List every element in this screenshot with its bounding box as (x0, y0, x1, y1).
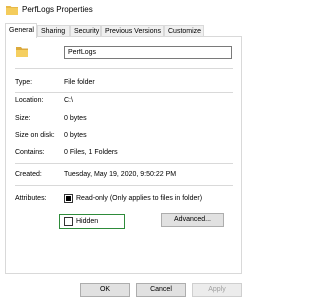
hidden-checkbox[interactable] (64, 217, 73, 226)
contains-label: Contains: (15, 149, 45, 156)
divider (15, 92, 233, 93)
contains-value: 0 Files, 1 Folders (64, 149, 118, 156)
tab-strip: General Sharing Security Previous Versio… (5, 23, 245, 38)
type-label: Type: (15, 79, 33, 86)
advanced-button[interactable]: Advanced... (161, 213, 224, 227)
read-only-label: Read-only (Only applies to files in fold… (76, 195, 203, 202)
divider (15, 163, 233, 164)
hidden-label: Hidden (76, 218, 99, 225)
size-on-disk-label: Size on disk: (15, 132, 55, 139)
size-value: 0 bytes (64, 115, 87, 122)
folder-icon (16, 47, 28, 57)
location-value: C:\ (64, 97, 73, 104)
size-label: Size: (15, 115, 31, 122)
type-value: File folder (64, 79, 95, 86)
folder-name-field[interactable] (64, 46, 232, 59)
location-label: Location: (15, 97, 44, 104)
title-bar: PerfLogs Properties (0, 0, 246, 22)
general-tab-panel: Type: File folder Location: C:\ Size: 0 … (5, 36, 242, 274)
ok-button[interactable]: OK (80, 283, 130, 297)
cancel-button[interactable]: Cancel (136, 283, 186, 297)
created-label: Created: (15, 171, 42, 178)
created-value: Tuesday, May 19, 2020, 9:50:22 PM (64, 171, 177, 178)
read-only-checkbox[interactable] (64, 194, 73, 203)
window-title: PerfLogs Properties (22, 5, 93, 14)
tab-general[interactable]: General (5, 23, 37, 38)
divider (15, 185, 233, 186)
folder-icon (6, 6, 18, 15)
apply-button[interactable]: Apply (192, 283, 242, 297)
divider (15, 68, 233, 69)
attributes-label: Attributes: (15, 195, 47, 202)
size-on-disk-value: 0 bytes (64, 132, 87, 139)
